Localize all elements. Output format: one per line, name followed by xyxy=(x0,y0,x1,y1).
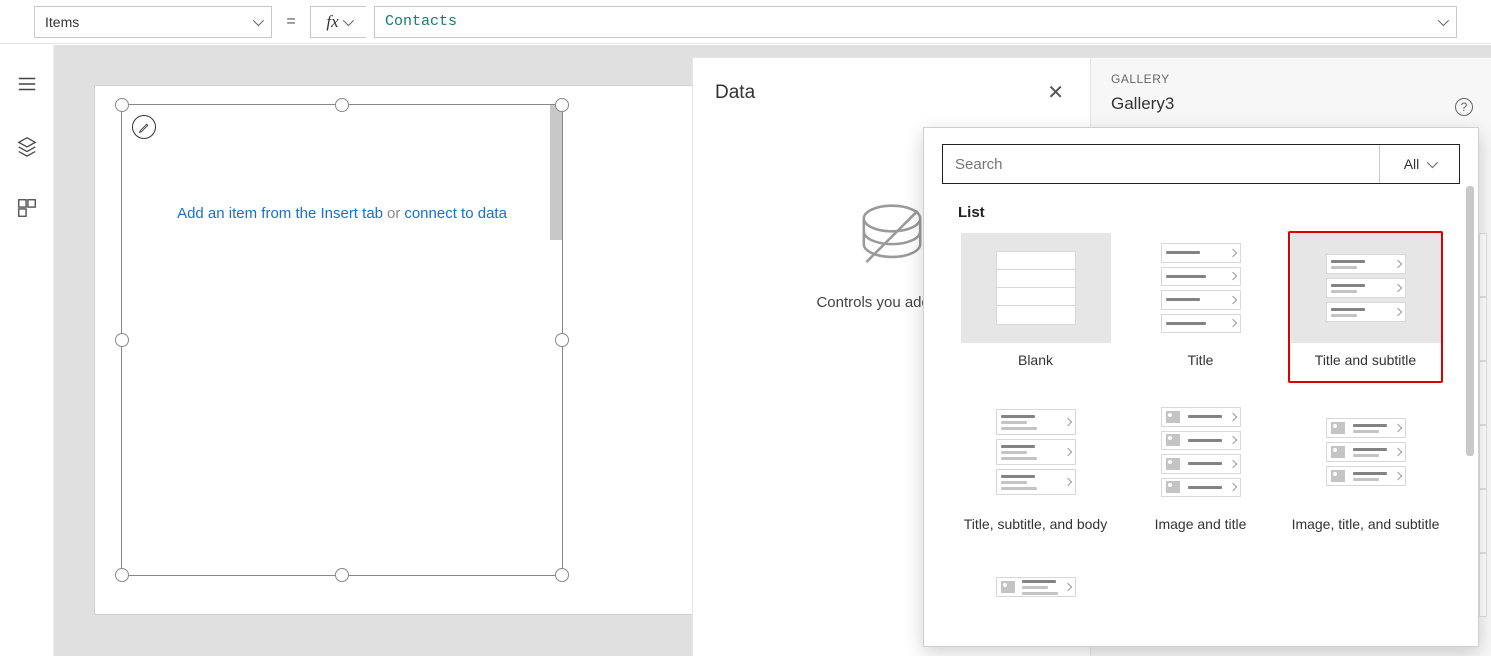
resize-handle[interactable] xyxy=(335,568,349,582)
side-tab[interactable] xyxy=(1479,425,1487,489)
layout-option-image-title-subtitle[interactable]: Image, title, and subtitle xyxy=(1288,395,1443,547)
resize-handle[interactable] xyxy=(555,98,569,112)
layers-icon[interactable] xyxy=(16,135,38,157)
properties-category: GALLERY xyxy=(1111,72,1471,86)
left-rail xyxy=(0,45,54,656)
layout-label: Title and subtitle xyxy=(1315,351,1416,369)
filter-dropdown[interactable]: All xyxy=(1379,145,1459,183)
property-selector[interactable]: Items xyxy=(34,6,272,38)
chevron-down-icon xyxy=(253,14,264,25)
filter-label: All xyxy=(1404,156,1420,172)
layout-picker: All List Blank xyxy=(923,127,1479,647)
formula-input[interactable]: Contacts xyxy=(374,6,1457,38)
chevron-down-icon xyxy=(1427,157,1438,168)
picker-section-title: List xyxy=(958,204,1444,221)
chevron-down-icon xyxy=(1438,14,1449,25)
equals-sign: = xyxy=(280,13,302,31)
layout-option-title-subtitle-body[interactable]: Title, subtitle, and body xyxy=(958,395,1113,547)
fx-label: fx xyxy=(326,12,338,32)
resize-handle[interactable] xyxy=(555,568,569,582)
formula-value: Contacts xyxy=(385,13,457,30)
gallery-placeholder: Add an item from the Insert taborconnect… xyxy=(122,205,562,222)
hamburger-icon[interactable] xyxy=(16,73,38,95)
database-empty-icon xyxy=(851,198,933,280)
chevron-down-icon xyxy=(343,15,351,29)
help-icon[interactable]: ? xyxy=(1455,98,1473,116)
layout-label: Title xyxy=(1188,351,1214,369)
grid-icon[interactable] xyxy=(16,197,38,219)
canvas-screen[interactable]: Add an item from the Insert taborconnect… xyxy=(94,85,694,615)
side-tab[interactable] xyxy=(1479,489,1487,553)
connect-data-link[interactable]: connect to data xyxy=(404,205,507,222)
layout-label: Image and title xyxy=(1155,515,1247,533)
layout-option-title[interactable]: Title xyxy=(1123,231,1278,383)
placeholder-or: or xyxy=(387,205,400,222)
side-tab[interactable] xyxy=(1479,297,1487,361)
side-tab[interactable] xyxy=(1479,361,1487,425)
resize-handle[interactable] xyxy=(555,333,569,347)
control-name: Gallery3 xyxy=(1111,94,1471,114)
fx-button[interactable]: fx xyxy=(310,6,366,38)
close-icon[interactable]: ✕ xyxy=(1043,76,1068,109)
side-tab[interactable] xyxy=(1479,233,1487,297)
resize-handle[interactable] xyxy=(335,98,349,112)
layout-label: Image, title, and subtitle xyxy=(1292,515,1440,533)
layout-option-blank[interactable]: Blank xyxy=(958,231,1113,383)
search-input[interactable] xyxy=(943,145,1379,183)
formula-bar: Items = fx Contacts xyxy=(0,0,1491,44)
edit-icon[interactable] xyxy=(132,115,156,139)
resize-handle[interactable] xyxy=(115,333,129,347)
properties-side-tabs xyxy=(1479,233,1487,656)
gallery-selection[interactable]: Add an item from the Insert taborconnect… xyxy=(121,104,563,576)
layout-label: Blank xyxy=(1018,351,1053,369)
layout-label: Title, subtitle, and body xyxy=(964,515,1107,533)
insert-link[interactable]: Add an item from the Insert tab xyxy=(177,205,383,222)
resize-handle[interactable] xyxy=(115,98,129,112)
property-selector-label: Items xyxy=(45,14,79,30)
data-panel-title: Data xyxy=(715,82,755,104)
picker-search-row: All xyxy=(942,144,1460,184)
layout-option-image-title[interactable]: Image and title xyxy=(1123,395,1278,547)
layout-option-title-subtitle[interactable]: Title and subtitle xyxy=(1288,231,1443,383)
scrollbar[interactable] xyxy=(1466,186,1474,456)
resize-handle[interactable] xyxy=(115,568,129,582)
layout-option-partial[interactable] xyxy=(958,565,1113,656)
side-tab[interactable] xyxy=(1479,553,1487,617)
